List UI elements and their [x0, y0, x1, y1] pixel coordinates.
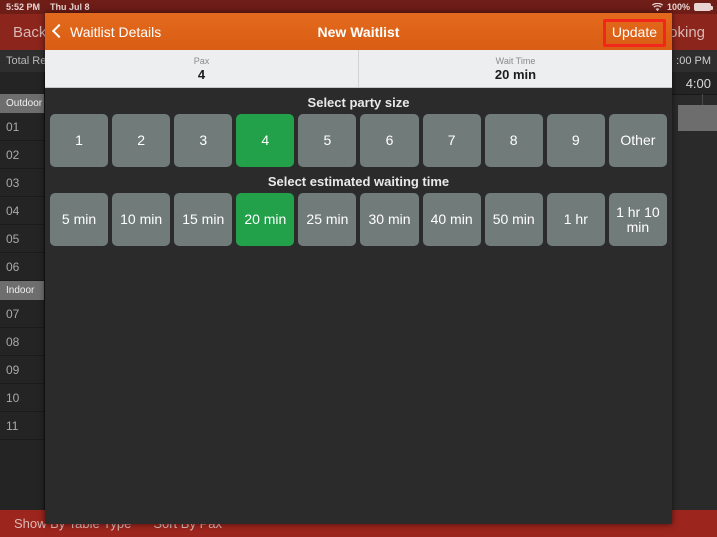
sidebar-group-outdoor[interactable]: Outdoor: [0, 94, 44, 113]
sidebar-table-04[interactable]: 04: [0, 197, 44, 225]
party-size-option-9[interactable]: 9: [546, 114, 605, 167]
back-button-label: Waitlist Details: [70, 23, 162, 40]
timeline-reservation-block[interactable]: [678, 105, 717, 131]
waiting-time-option-10-min[interactable]: 10 min: [112, 193, 171, 246]
sidebar-table-09[interactable]: 09: [0, 356, 44, 384]
waitlist-details-back-button[interactable]: Waitlist Details: [51, 23, 162, 40]
waiting-time-section-title: Select estimated waiting time: [267, 174, 450, 189]
update-button[interactable]: Update: [612, 24, 657, 40]
ios-status-bar: 5:52 PM Thu Jul 8 100%: [0, 0, 717, 14]
total-reservations-label: Total Re: [6, 55, 47, 67]
waiting-time-option-50-min[interactable]: 50 min: [484, 193, 543, 246]
app-root: 5:52 PM Thu Jul 8 100% Back oking Total …: [0, 0, 717, 537]
party-size-option-5[interactable]: 5: [298, 114, 357, 167]
summary-pax-cell: Pax 4: [45, 50, 359, 87]
waiting-time-option-20-min[interactable]: 20 min: [236, 193, 295, 246]
party-size-option-6[interactable]: 6: [360, 114, 419, 167]
sidebar-table-10[interactable]: 10: [0, 384, 44, 412]
summary-wait-time-cell: Wait Time 20 min: [359, 50, 672, 87]
party-size-option-other[interactable]: Other: [608, 114, 667, 167]
sidebar-table-01[interactable]: 01: [0, 113, 44, 141]
battery-percent-label: 100%: [666, 2, 690, 12]
modal-nav-bar: Waitlist Details New Waitlist Update: [45, 13, 672, 50]
summary-pax-label: Pax: [193, 56, 210, 66]
party-size-option-2[interactable]: 2: [112, 114, 171, 167]
waiting-time-button-row: 5 min 10 min 15 min 20 min 25 min 30 min…: [45, 193, 672, 246]
sidebar-table-05[interactable]: 05: [0, 225, 44, 253]
status-bar-time: 5:52 PM: [6, 2, 41, 12]
waiting-time-option-15-min[interactable]: 15 min: [174, 193, 233, 246]
waiting-time-option-5-min[interactable]: 5 min: [50, 193, 109, 246]
status-bar-date: Thu Jul 8: [50, 2, 90, 12]
update-button-highlight: Update: [602, 19, 666, 47]
status-bar-right-group: 100%: [651, 2, 713, 12]
summary-wait-time-value: 20 min: [494, 67, 537, 82]
party-size-option-4[interactable]: 4: [236, 114, 295, 167]
waiting-time-option-25-min[interactable]: 25 min: [298, 193, 357, 246]
chevron-left-icon: [51, 23, 67, 39]
timeline-hour-label: :00 PM: [676, 55, 711, 67]
summary-wait-time-label: Wait Time: [495, 56, 536, 66]
party-size-option-3[interactable]: 3: [174, 114, 233, 167]
sidebar-table-11[interactable]: 11: [0, 412, 44, 440]
sidebar-table-06[interactable]: 06: [0, 253, 44, 281]
sidebar-table-07[interactable]: 07: [0, 300, 44, 328]
waiting-time-option-40-min[interactable]: 40 min: [422, 193, 481, 246]
party-size-option-8[interactable]: 8: [484, 114, 543, 167]
party-size-button-row: 1 2 3 4 5 6 7 8 9 Other: [45, 114, 672, 167]
wifi-icon: [651, 2, 663, 12]
table-sidebar: Outdoor 01 02 03 04 05 06 Indoor 07 08 0…: [0, 72, 45, 510]
sidebar-table-08[interactable]: 08: [0, 328, 44, 356]
waiting-time-option-1-hr-10-min[interactable]: 1 hr 10 min: [608, 193, 667, 246]
waitlist-summary-bar: Pax 4 Wait Time 20 min: [45, 50, 672, 88]
party-size-option-1[interactable]: 1: [50, 114, 109, 167]
sidebar-group-indoor[interactable]: Indoor: [0, 281, 44, 300]
party-size-section-title: Select party size: [307, 95, 410, 110]
background-back-button[interactable]: Back: [13, 24, 46, 41]
waiting-time-option-1-hr[interactable]: 1 hr: [546, 193, 605, 246]
battery-icon: [694, 3, 713, 11]
timeline-time-label: 4:00: [685, 76, 711, 91]
waiting-time-option-30-min[interactable]: 30 min: [360, 193, 419, 246]
background-booking-button[interactable]: oking: [669, 24, 705, 41]
sidebar-table-02[interactable]: 02: [0, 141, 44, 169]
sidebar-table-03[interactable]: 03: [0, 169, 44, 197]
party-size-option-7[interactable]: 7: [422, 114, 481, 167]
summary-pax-value: 4: [197, 67, 206, 82]
new-waitlist-modal: Waitlist Details New Waitlist Update Pax…: [45, 13, 672, 524]
